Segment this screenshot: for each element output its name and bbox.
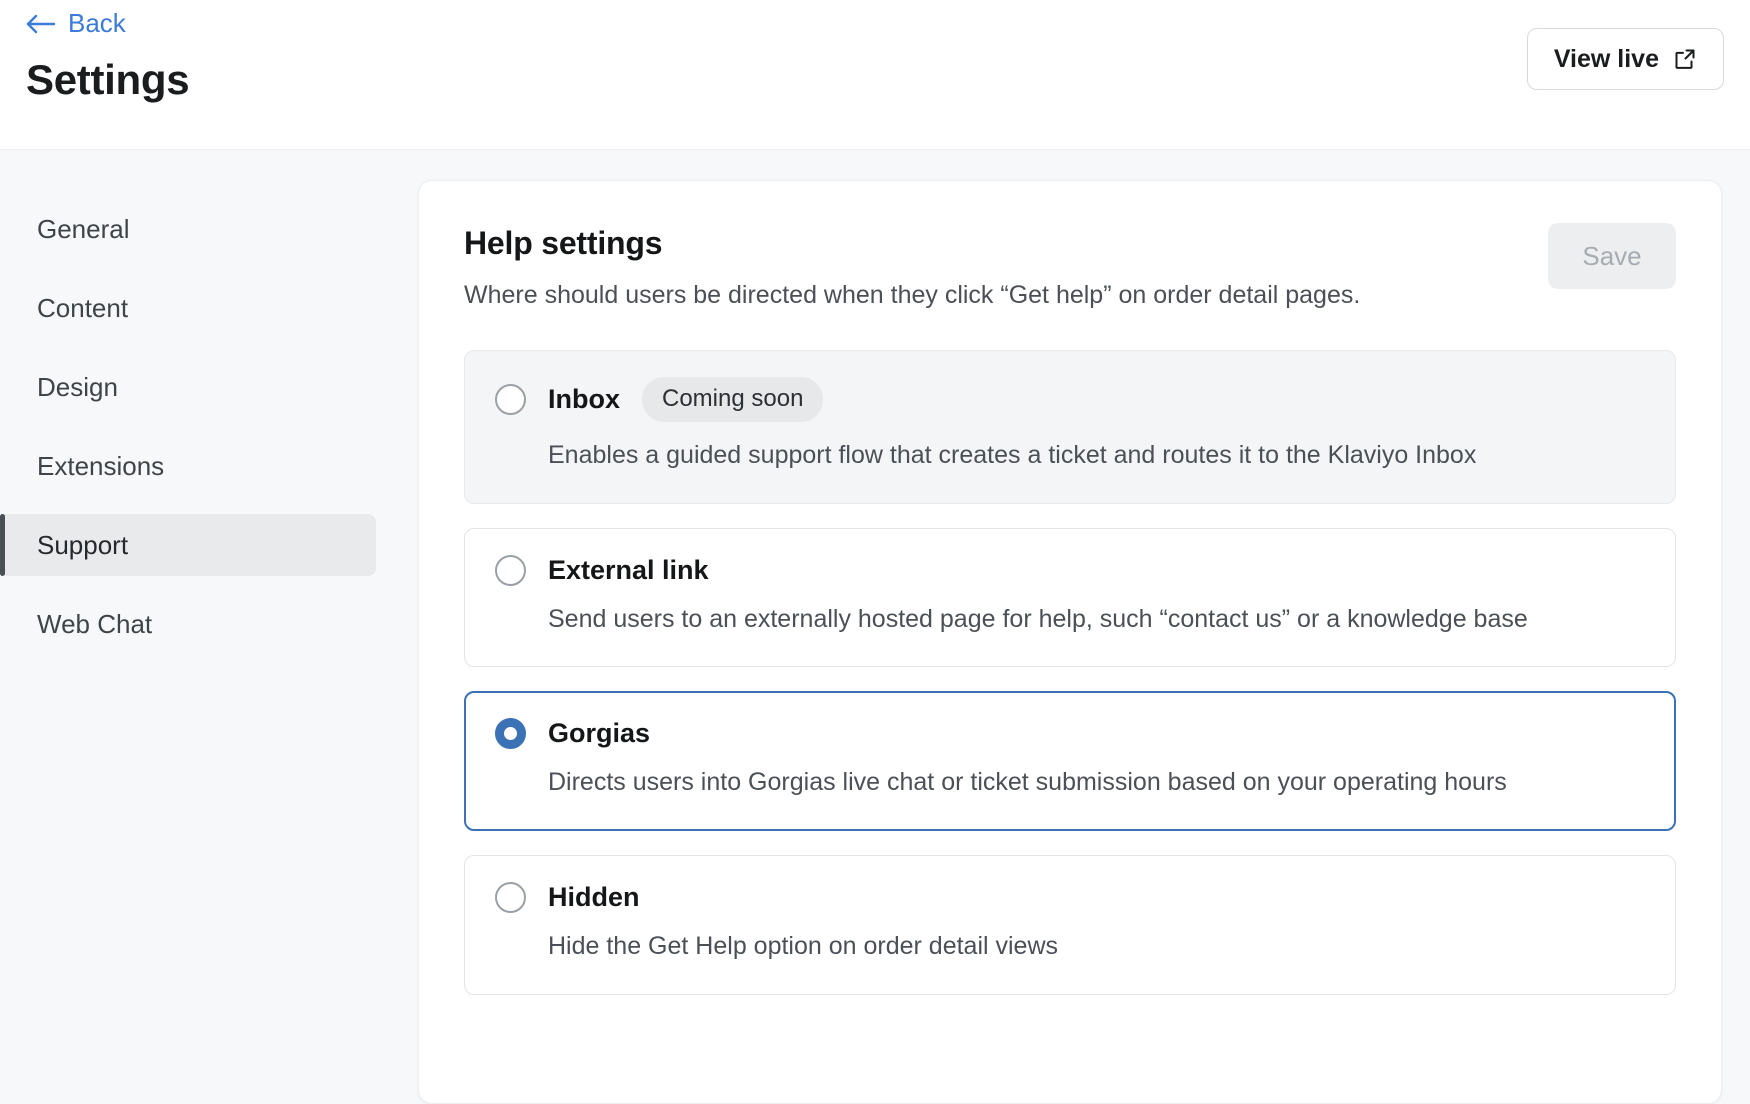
arrow-left-icon	[26, 13, 56, 35]
option-row: External link	[495, 554, 1645, 586]
option-row: Inbox Coming soon	[495, 376, 1645, 422]
radio-inbox[interactable]	[495, 383, 526, 415]
status-badge: Coming soon	[642, 376, 824, 422]
option-hidden[interactable]: Hidden Hide the Get Help option on order…	[464, 855, 1676, 995]
option-row: Hidden	[495, 882, 1645, 913]
save-button[interactable]: Save	[1548, 223, 1676, 289]
sidebar-item-extensions[interactable]: Extensions	[0, 435, 376, 497]
panel-subtitle: Where should users be directed when they…	[464, 281, 1361, 309]
option-description: Send users to an externally hosted page …	[548, 604, 1528, 633]
back-link[interactable]: Back	[26, 10, 126, 36]
sidebar-item-label: General	[37, 213, 130, 244]
option-gorgias[interactable]: Gorgias Directs users into Gorgias live …	[464, 691, 1676, 831]
back-link-label: Back	[68, 8, 126, 38]
help-settings-panel: Help settings Where should users be dire…	[418, 180, 1722, 1104]
sidebar-item-web-chat[interactable]: Web Chat	[0, 593, 376, 655]
option-external-link[interactable]: External link Send users to an externall…	[464, 527, 1676, 668]
sidebar-item-content[interactable]: Content	[0, 277, 376, 339]
sidebar-item-design[interactable]: Design	[0, 356, 376, 418]
radio-hidden[interactable]	[495, 882, 526, 913]
panel-header: Help settings Where should users be dire…	[464, 223, 1676, 313]
option-description: Enables a guided support flow that creat…	[548, 440, 1477, 469]
option-label: Hidden	[548, 882, 640, 912]
sidebar-item-label: Web Chat	[37, 608, 153, 639]
radio-external-link[interactable]	[495, 554, 526, 586]
settings-sidebar: General Content Design Extensions Suppor…	[0, 180, 418, 1104]
external-link-icon	[1673, 47, 1697, 71]
option-label: Gorgias	[548, 718, 651, 749]
page-body: General Content Design Extensions Suppor…	[0, 150, 1750, 1104]
help-destination-radio-group: Inbox Coming soon Enables a guided suppo…	[464, 349, 1676, 995]
view-live-button[interactable]: View live	[1526, 28, 1724, 90]
sidebar-item-general[interactable]: General	[0, 198, 376, 260]
view-live-label: View live	[1553, 44, 1659, 73]
page-title: Settings	[26, 56, 190, 103]
panel-title: Help settings	[464, 225, 663, 261]
sidebar-item-label: Design	[37, 371, 118, 402]
page-header: Back Settings View live	[0, 0, 1750, 150]
option-description: Directs users into Gorgias live chat or …	[548, 768, 1507, 797]
option-label: External link	[548, 554, 709, 585]
sidebar-item-label: Content	[37, 292, 129, 323]
option-description: Hide the Get Help option on order detail…	[548, 932, 1059, 960]
panel-heading-block: Help settings Where should users be dire…	[464, 223, 1360, 313]
settings-page: Back Settings View live General Content	[0, 0, 1750, 1104]
radio-gorgias[interactable]	[495, 718, 526, 750]
sidebar-item-label: Support	[37, 529, 129, 560]
option-label: Inbox	[548, 383, 620, 414]
sidebar-item-support[interactable]: Support	[0, 514, 376, 576]
option-inbox[interactable]: Inbox Coming soon Enables a guided suppo…	[464, 349, 1676, 504]
option-row: Gorgias	[495, 718, 1645, 750]
sidebar-item-label: Extensions	[37, 450, 165, 481]
